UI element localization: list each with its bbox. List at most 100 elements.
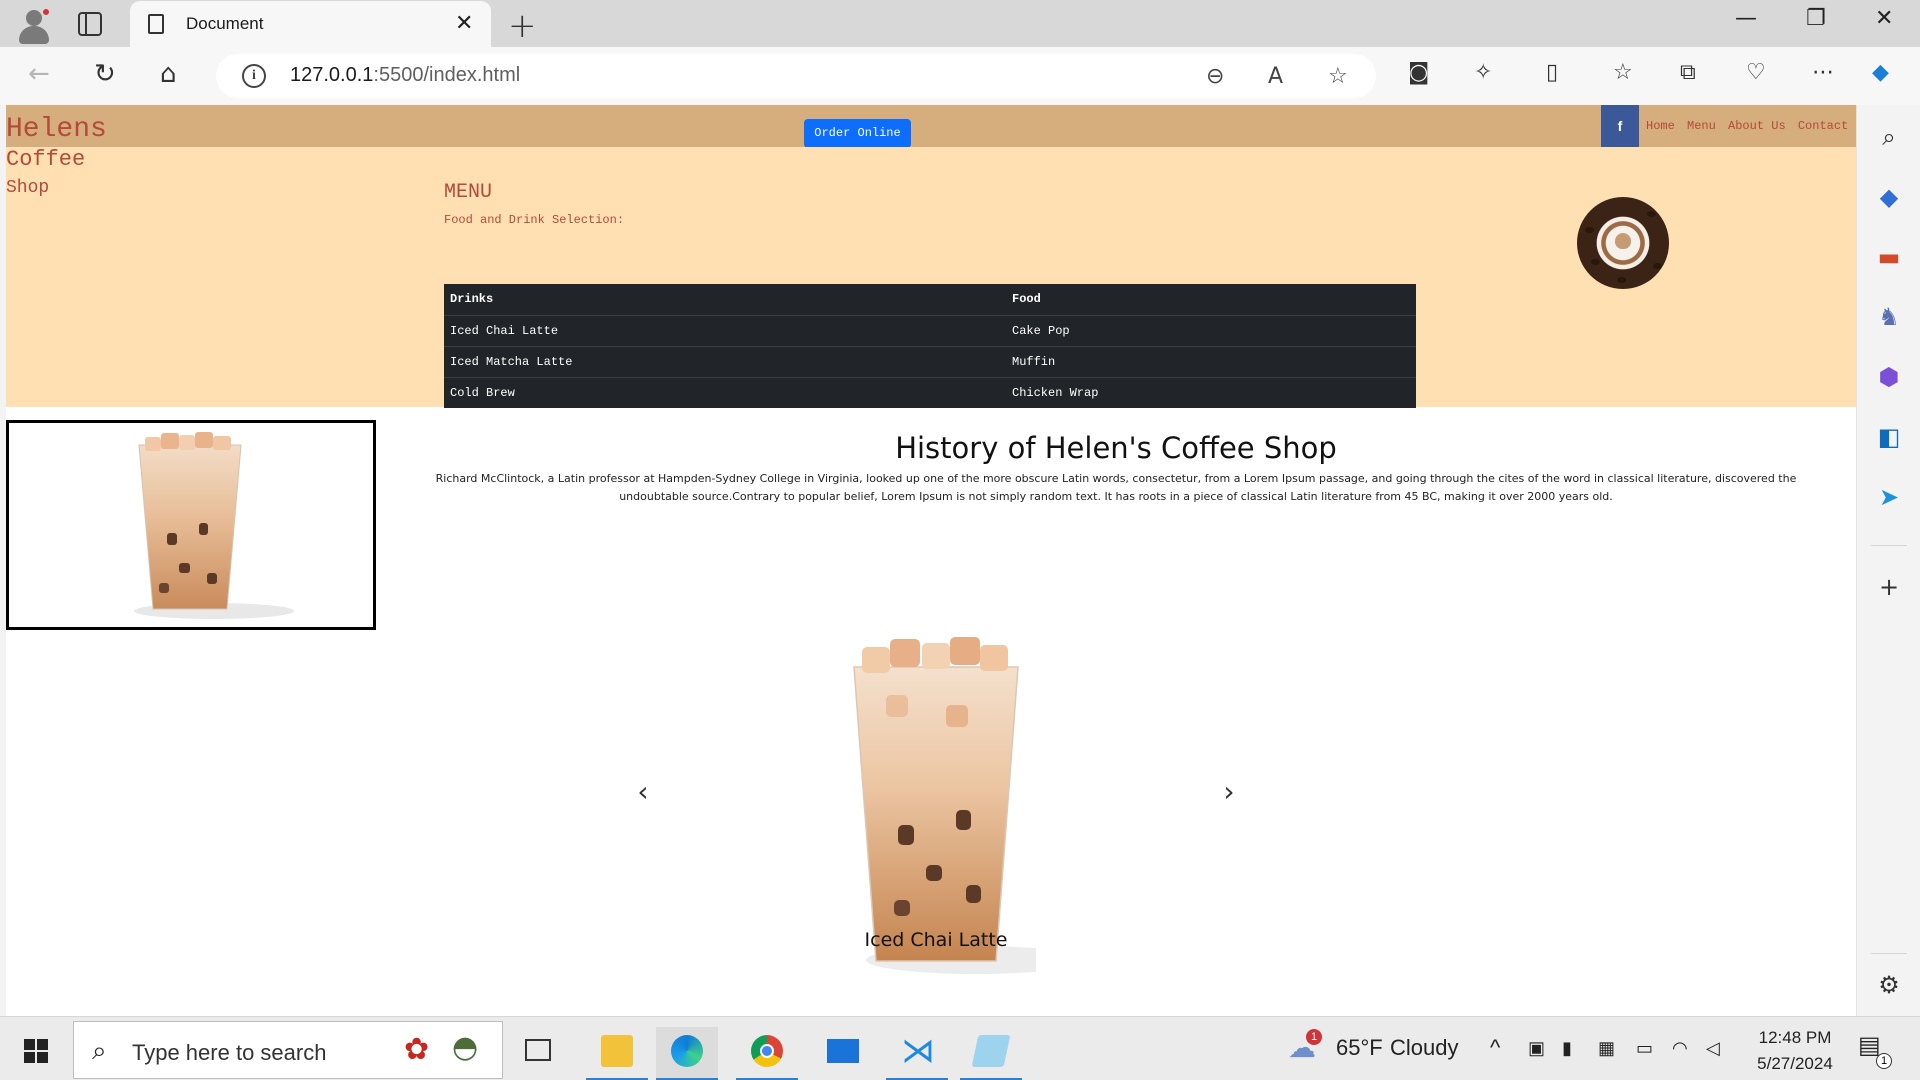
- edge-icon: [671, 1035, 703, 1067]
- edge-browser-button[interactable]: [656, 1027, 718, 1080]
- weather-badge: 1: [1306, 1029, 1322, 1045]
- food-cell: Cake Pop: [1006, 315, 1416, 347]
- back-arrow-icon[interactable]: ←: [28, 59, 50, 89]
- helmet-icon: ◓: [452, 1030, 479, 1065]
- windows-taskbar: ⌕ Type here to search ✿ ◓ ⋊ ☁ 1 65°F Clo…: [0, 1016, 1920, 1080]
- favorite-star-icon[interactable]: ☆: [1328, 64, 1348, 89]
- url-text: 127.0.0.1:5500/index.html: [290, 64, 520, 87]
- drink-cell: Cold Brew: [450, 385, 515, 400]
- wifi-icon[interactable]: ◠: [1672, 1038, 1688, 1059]
- restore-icon[interactable]: ❐: [1806, 6, 1826, 31]
- notepad-button[interactable]: [960, 1027, 1022, 1080]
- iced-latte-image: [134, 432, 294, 619]
- brand-line-2: Coffee: [6, 147, 86, 172]
- url-path: :5500/index.html: [373, 64, 521, 86]
- browser-tab-document[interactable]: Document ✕: [130, 1, 491, 47]
- favorites-icon[interactable]: ☆: [1613, 60, 1633, 85]
- site-header: Order Online f Home Menu About Us Contac…: [6, 105, 1856, 148]
- carousel-next-button[interactable]: ›: [1214, 775, 1244, 815]
- food-cell: Muffin: [1006, 346, 1416, 378]
- system-clock[interactable]: 12:48 PM 5/27/2024: [1740, 1025, 1850, 1077]
- taskbar-search-input[interactable]: ⌕ Type here to search ✿ ◓: [73, 1021, 503, 1079]
- read-aloud-icon[interactable]: A: [1268, 64, 1283, 89]
- web-page-viewport: Order Online f Home Menu About Us Contac…: [6, 105, 1856, 1016]
- collections-icon[interactable]: ⧉: [1680, 60, 1696, 85]
- battery-icon[interactable]: ▭: [1636, 1038, 1653, 1059]
- notepad-icon: [971, 1035, 1011, 1067]
- browser-essentials-icon[interactable]: ♡: [1746, 60, 1766, 85]
- history-paragraph: Richard McClintock, a Latin professor at…: [435, 472, 1797, 503]
- carousel-prev-button[interactable]: ‹: [628, 775, 658, 815]
- chess-icon[interactable]: ♞: [1875, 303, 1903, 331]
- task-view-icon: [525, 1039, 551, 1061]
- facebook-icon[interactable]: f: [1601, 105, 1639, 147]
- carousel-drink-image: [853, 637, 1036, 974]
- shopping-tag-icon[interactable]: ◆: [1875, 183, 1903, 211]
- table-row: Iced Chai Latte Cake Pop: [444, 315, 1416, 347]
- site-info-icon[interactable]: i: [242, 64, 266, 88]
- copilot-icon[interactable]: ⬢: [1875, 363, 1903, 391]
- edge-sidebar: ⌕ ◆ ▬ ♞ ⬢ ◧ ➤ + ⚙: [1856, 105, 1920, 1016]
- send-icon[interactable]: ➤: [1875, 483, 1903, 511]
- nav-link-menu[interactable]: Menu: [1687, 119, 1716, 133]
- vscode-icon: ⋊: [901, 1031, 935, 1071]
- history-title: History of Helen's Coffee Shop: [895, 431, 1337, 465]
- notification-count-badge: 1: [1876, 1053, 1892, 1069]
- volume-icon[interactable]: ◁: [1706, 1038, 1720, 1059]
- menu-subtitle: Food and Drink Selection:: [444, 213, 625, 227]
- screenshot-icon[interactable]: ◙: [1408, 60, 1429, 85]
- drink-carousel: ‹ › Iced Chai Latte: [626, 635, 1246, 1016]
- meet-now-icon[interactable]: ▣: [1528, 1038, 1545, 1059]
- browser-tab-strip: Document ✕ + — ❐ ✕: [0, 0, 1920, 47]
- table-row: Cold Brew Chicken Wrap: [444, 377, 1416, 408]
- close-tab-icon[interactable]: ✕: [455, 11, 473, 36]
- coffee-cup-logo: [1577, 197, 1669, 289]
- food-cell: Chicken Wrap: [1012, 385, 1099, 400]
- microphone-icon[interactable]: ▮: [1562, 1038, 1572, 1059]
- more-options-icon[interactable]: ⋯: [1812, 60, 1834, 85]
- search-icon[interactable]: ⌕: [1875, 123, 1903, 151]
- outlook-icon[interactable]: ◧: [1875, 423, 1903, 451]
- menu-table: Drinks Food Iced Chai Latte Cake Pop Ice…: [444, 284, 1416, 408]
- table-header-row: Drinks Food: [444, 284, 1416, 316]
- windows-start-icon[interactable]: [24, 1039, 48, 1063]
- nav-link-home[interactable]: Home: [1646, 119, 1675, 133]
- extensions-icon[interactable]: ✧: [1474, 60, 1492, 85]
- add-icon[interactable]: +: [1875, 573, 1903, 601]
- file-explorer-button[interactable]: [586, 1027, 648, 1080]
- drink-cell: Iced Matcha Latte: [444, 346, 1006, 378]
- minimize-icon[interactable]: —: [1735, 6, 1757, 31]
- url-host: 127.0.0.1: [290, 64, 374, 86]
- nav-link-contact[interactable]: Contact Us: [1798, 119, 1856, 133]
- weather-temp[interactable]: 65°F: [1336, 1035, 1383, 1061]
- weather-desc[interactable]: Cloudy: [1390, 1035, 1458, 1061]
- zoom-out-icon[interactable]: ⊖: [1206, 64, 1224, 89]
- split-screen-icon[interactable]: ▯: [1546, 60, 1558, 85]
- task-view-button[interactable]: [510, 1027, 572, 1080]
- order-online-button[interactable]: Order Online: [804, 119, 911, 148]
- brand-line-3: Shop: [6, 178, 50, 198]
- network-icon[interactable]: ▦: [1598, 1038, 1615, 1059]
- toolbox-icon[interactable]: ▬: [1875, 243, 1903, 271]
- address-bar[interactable]: i 127.0.0.1:5500/index.html ⊖ A ☆: [216, 54, 1376, 98]
- mail-button[interactable]: [812, 1027, 874, 1080]
- chrome-button[interactable]: [736, 1027, 798, 1080]
- copilot-icon[interactable]: ◆: [1872, 60, 1889, 85]
- iced-latte-thumbnail: [6, 420, 376, 630]
- search-icon: ⌕: [92, 1036, 107, 1066]
- settings-icon[interactable]: ⚙: [1875, 971, 1903, 999]
- document-icon: [148, 14, 164, 34]
- refresh-icon[interactable]: ↻: [94, 59, 116, 89]
- nav-link-about[interactable]: About Us: [1728, 119, 1786, 133]
- site-brand[interactable]: Helens Coffee Shop: [6, 113, 156, 202]
- new-tab-button[interactable]: +: [508, 6, 537, 46]
- close-window-icon[interactable]: ✕: [1875, 6, 1893, 31]
- folder-icon: [601, 1035, 633, 1067]
- tray-chevron-up-icon[interactable]: ^: [1490, 1035, 1500, 1061]
- profile-avatar-icon[interactable]: [14, 6, 52, 44]
- mail-icon: [827, 1039, 859, 1063]
- vscode-button[interactable]: ⋊: [886, 1027, 948, 1080]
- tab-actions-icon[interactable]: [78, 12, 102, 36]
- brand-line-1: Helens: [6, 114, 107, 145]
- home-icon[interactable]: ⌂: [160, 59, 177, 89]
